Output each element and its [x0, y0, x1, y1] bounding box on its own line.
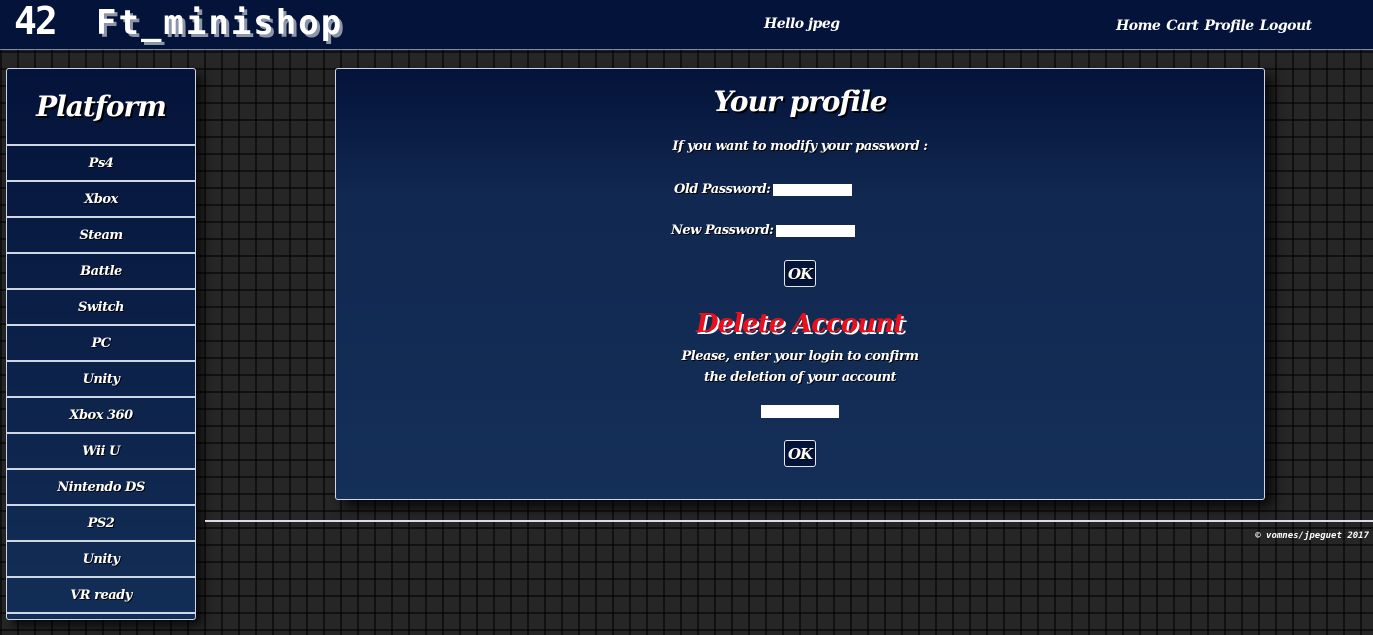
sidebar-item-steam[interactable]: Steam [7, 218, 195, 254]
page-title: Your profile [713, 85, 887, 118]
sidebar-title: Platform [7, 69, 195, 146]
old-password-label: Old Password: [674, 182, 771, 197]
old-password-row: Old Password: [674, 182, 853, 197]
header-bar: 42 Ft_minishop Hello jpeg Home Cart Prof… [0, 0, 1373, 50]
site-title[interactable]: Ft_minishop [96, 3, 343, 43]
sidebar-item-unity[interactable]: Unity [7, 362, 195, 398]
sidebar-item-unity-2[interactable]: Unity [7, 542, 195, 578]
password-intro-text: If you want to modify your password : [672, 139, 928, 154]
delete-account-instructions: Please, enter your login to confirm the … [681, 349, 919, 385]
delete-account-title: Delete Account [695, 309, 905, 339]
change-password-ok-button[interactable]: OK [784, 260, 816, 287]
logo-42[interactable]: 42 [14, 0, 58, 42]
sidebar-item-battle[interactable]: Battle [7, 254, 195, 290]
nav-cart-link[interactable]: Cart [1166, 18, 1199, 34]
sidebar-item-nintendo-ds[interactable]: Nintendo DS [7, 470, 195, 506]
new-password-field[interactable] [776, 224, 856, 237]
copyright-text: © vomnes/jpeguet 2017 [1255, 531, 1369, 541]
sidebar-item-xbox[interactable]: Xbox [7, 182, 195, 218]
confirm-login-field[interactable] [761, 405, 839, 418]
sidebar-item-switch[interactable]: Switch [7, 290, 195, 326]
platform-sidebar: Platform Ps4 Xbox Steam Battle Switch PC… [6, 68, 196, 620]
delete-account-ok-button[interactable]: OK [784, 440, 816, 467]
sidebar-item-wii-u[interactable]: Wii U [7, 434, 195, 470]
nav-home-link[interactable]: Home [1116, 18, 1161, 34]
sidebar-item-pc[interactable]: PC [7, 326, 195, 362]
nav-profile-link[interactable]: Profile [1204, 18, 1254, 34]
nav-logout-link[interactable]: Logout [1260, 18, 1312, 34]
greeting-text: Hello jpeg [764, 16, 840, 32]
footer-divider [205, 520, 1373, 522]
main-nav: Home Cart Profile Logout [1116, 18, 1312, 34]
old-password-field[interactable] [773, 183, 853, 196]
new-password-row: New Password: [671, 223, 856, 238]
sidebar-item-vr-ready[interactable]: VR ready [7, 578, 195, 614]
new-password-label: New Password: [671, 223, 774, 238]
profile-panel: Your profile If you want to modify your … [335, 68, 1265, 500]
sidebar-item-ps2[interactable]: PS2 [7, 506, 195, 542]
sidebar-item-xbox-360[interactable]: Xbox 360 [7, 398, 195, 434]
sidebar-item-ps4[interactable]: Ps4 [7, 146, 195, 182]
